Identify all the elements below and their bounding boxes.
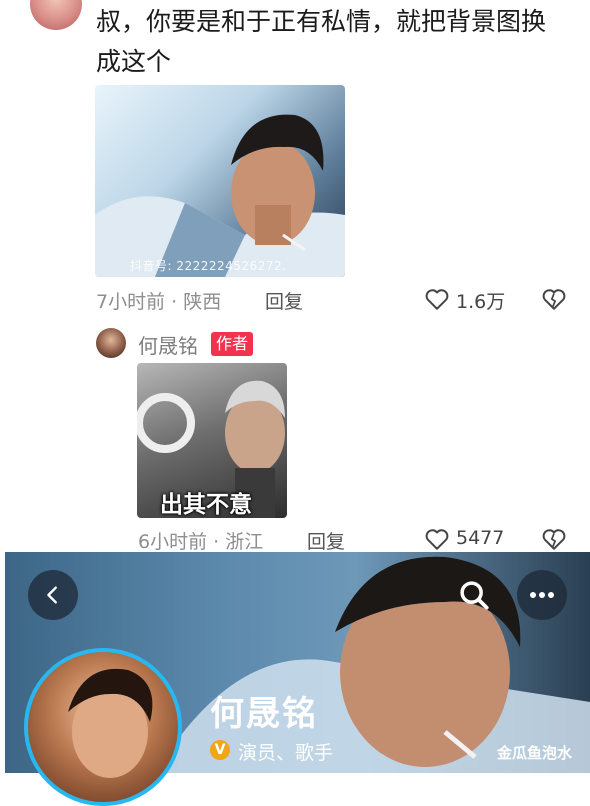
comment-image[interactable] xyxy=(95,85,345,277)
more-button[interactable] xyxy=(517,570,567,620)
more-icon xyxy=(530,592,554,598)
reply-user-name[interactable]: 何晟铭 xyxy=(138,330,198,359)
verified-tag: 演员、歌手 xyxy=(238,742,334,764)
heart-icon[interactable] xyxy=(424,526,450,552)
search-button[interactable] xyxy=(455,576,493,614)
profile-avatar[interactable] xyxy=(24,648,182,806)
dislike-heart-icon[interactable] xyxy=(541,286,567,312)
comment-time-location: 7小时前 · 陕西 xyxy=(96,291,222,313)
reply-time-location: 6小时前 · 浙江 xyxy=(138,531,264,553)
author-badge: 作者 xyxy=(211,332,254,356)
comment-image-figure xyxy=(95,114,345,277)
reply-reply-button[interactable]: 回复 xyxy=(307,527,345,554)
heart-icon[interactable] xyxy=(424,286,450,312)
commenter-avatar[interactable] xyxy=(30,0,82,30)
profile-avatar-figure xyxy=(68,668,153,778)
profile-name: 何晟铭 xyxy=(210,694,318,734)
comment-like-count: 1.6万 xyxy=(456,291,506,313)
reply-user-avatar[interactable] xyxy=(96,328,126,358)
comment-text: 叔，你要是和于正有私情，就把背景图换成这个 xyxy=(96,7,547,76)
back-icon xyxy=(47,586,57,604)
back-button[interactable] xyxy=(28,570,78,620)
dislike-heart-icon[interactable] xyxy=(541,526,567,552)
reply-like-count: 5477 xyxy=(456,527,505,549)
site-watermark: 金瓜鱼泡水 xyxy=(497,744,573,762)
reply-image-caption: 出其不意 xyxy=(160,492,252,518)
search-icon xyxy=(460,581,489,610)
comment-reply-button[interactable]: 回复 xyxy=(265,287,303,314)
verified-icon: V xyxy=(210,740,230,760)
image-watermark: 抖音号: 2222224526272. xyxy=(130,259,287,273)
